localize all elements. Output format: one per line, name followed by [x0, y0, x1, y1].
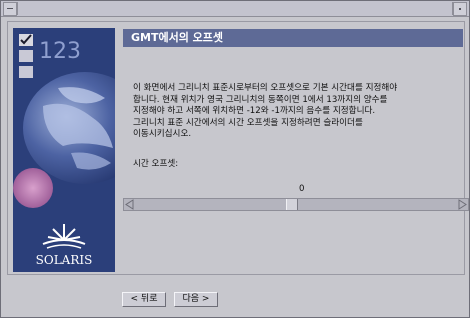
- next-button[interactable]: 다음 >: [174, 292, 218, 307]
- slider-left-arrow-icon[interactable]: [124, 199, 136, 210]
- window-menu-button[interactable]: [3, 2, 17, 16]
- offset-slider[interactable]: [123, 198, 469, 211]
- installer-window: 123 SOLARIS GMT에서의 오프셋 이 화면에서 그리니치 표준시로부…: [0, 0, 470, 318]
- title-divider: [17, 2, 18, 15]
- description-line: 그리니치 표준 시간에서의 시간 오프셋을 지정하려면 슬라이더를: [133, 117, 363, 128]
- sidebar-image: 123 SOLARIS: [13, 28, 115, 272]
- offset-label: 시간 오프셋:: [133, 159, 179, 169]
- solaris-logo-text: SOLARIS: [36, 253, 93, 267]
- description-line: 합니다. 현재 위치가 영국 그리니치의 동쪽이면 1에서 13까지의 양수를: [133, 94, 388, 105]
- description-text: 이 화면에서 그리니치 표준시로부터의 오프셋으로 기본 시간대를 지정해야 합…: [133, 83, 459, 141]
- minimize-dot-icon: [459, 8, 461, 10]
- minimize-button[interactable]: [453, 2, 467, 16]
- checkbox-icon: [19, 66, 33, 78]
- checklist-number: 123: [39, 39, 81, 64]
- page-title: GMT에서의 오프셋: [123, 29, 463, 47]
- solaris-sidebar-art: 123 SOLARIS: [13, 28, 115, 272]
- back-button[interactable]: < 뒤로: [122, 292, 166, 307]
- slider-right-arrow-icon[interactable]: [456, 199, 468, 210]
- main-content: GMT에서의 오프셋 이 화면에서 그리니치 표준시로부터의 오프셋으로 기본 …: [123, 29, 469, 269]
- description-line: 이동시키십시오.: [133, 129, 192, 139]
- slider-thumb[interactable]: [286, 199, 298, 210]
- menu-dash-icon: [7, 8, 13, 9]
- description-line: 이 화면에서 그리니치 표준시로부터의 오프셋으로 기본 시간대를 지정해야: [133, 83, 398, 93]
- offset-value: 0: [299, 184, 305, 194]
- checkbox-icon: [19, 50, 33, 62]
- description-line: 지정해야 하고 서쪽에 위치하면 -12와 -1까지의 음수를 지정합니다.: [133, 106, 376, 116]
- title-bar: [1, 1, 469, 17]
